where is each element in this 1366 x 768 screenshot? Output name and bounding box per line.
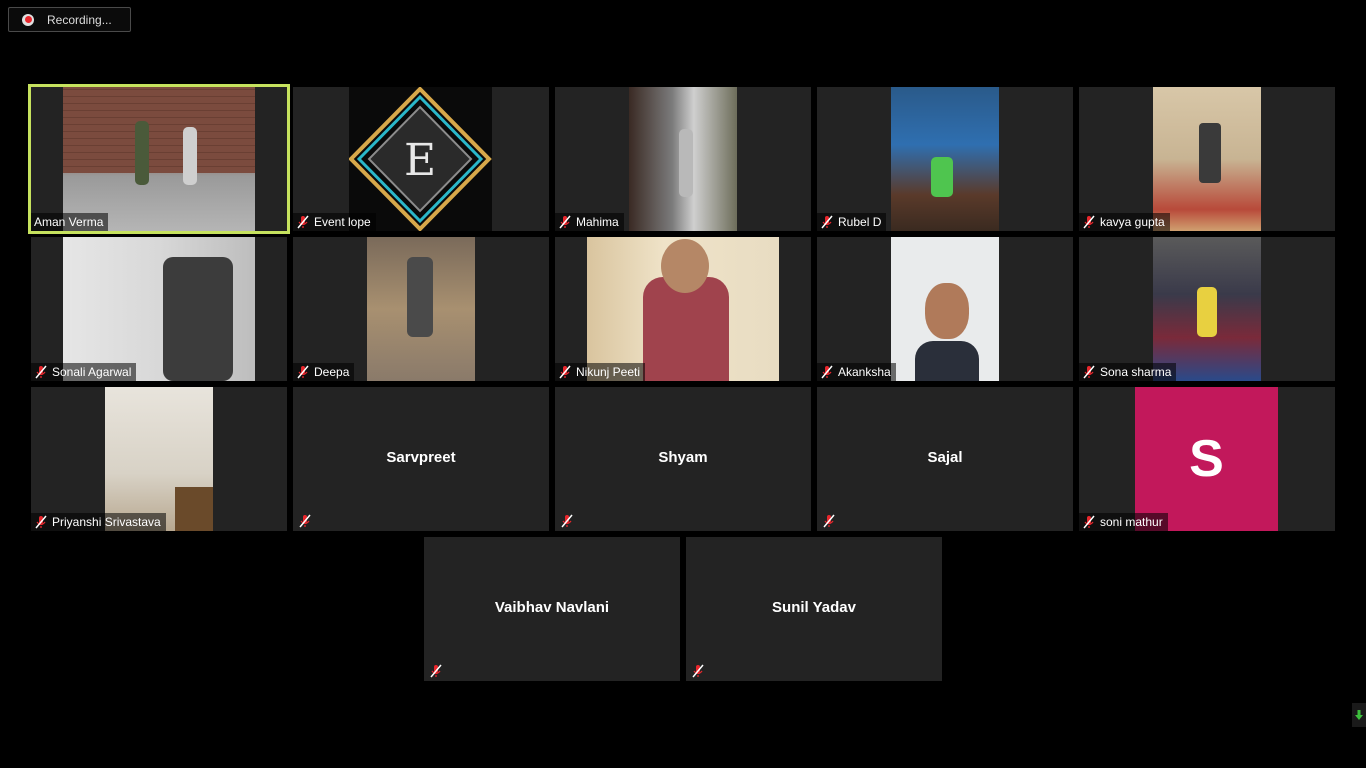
- microphone-muted-icon: [297, 215, 309, 229]
- participant-name-label: Event lope: [293, 213, 376, 231]
- participant-name: Rubel D: [838, 215, 882, 229]
- arrow-down-icon: [1355, 710, 1363, 720]
- participant-name: Sarvpreet: [386, 449, 456, 466]
- microphone-muted-icon: [559, 215, 571, 229]
- microphone-muted-icon: [35, 365, 47, 379]
- participant-tile-event-lope[interactable]: E Event lope: [293, 87, 549, 231]
- participant-name-label: soni mathur: [1079, 513, 1168, 531]
- recording-label: Recording...: [47, 12, 112, 27]
- participant-video: [891, 237, 999, 381]
- participant-tile-kavya-gupta[interactable]: kavya gupta: [1079, 87, 1335, 231]
- participant-tile-rubel-d[interactable]: Rubel D: [817, 87, 1073, 231]
- microphone-muted-icon: [561, 514, 573, 528]
- microphone-muted-icon: [1083, 515, 1095, 529]
- microphone-muted-icon: [1083, 215, 1095, 229]
- participant-name-label: kavya gupta: [1079, 213, 1170, 231]
- participant-tile-sunil-yadav[interactable]: Sunil Yadav: [686, 537, 942, 681]
- participant-tile-sonali-agarwal[interactable]: Sonali Agarwal: [31, 237, 287, 381]
- participant-name-label: Sona sharma: [1079, 363, 1177, 381]
- participant-name: Sajal: [927, 449, 963, 466]
- microphone-muted-icon: [821, 365, 833, 379]
- participant-video: [1153, 87, 1261, 231]
- participant-video: [629, 87, 737, 231]
- participant-name-label: Sonali Agarwal: [31, 363, 137, 381]
- participant-video: [105, 387, 213, 531]
- participant-name: Sona sharma: [1100, 365, 1172, 379]
- record-dot-icon: [22, 13, 34, 26]
- logo-letter: E: [404, 135, 436, 186]
- participant-name-label: Rubel D: [817, 213, 887, 231]
- participant-name: kavya gupta: [1100, 215, 1165, 229]
- participant-name: Sonali Agarwal: [52, 365, 132, 379]
- participant-name-label: Nikunj Peeti: [555, 363, 646, 381]
- participant-video: [1153, 237, 1261, 381]
- participant-name-label: Mahima: [555, 213, 624, 231]
- participant-tile-priyanshi-srivastava[interactable]: Priyanshi Srivastava: [31, 387, 287, 531]
- microphone-muted-icon: [821, 215, 833, 229]
- microphone-muted-icon: [559, 365, 571, 379]
- participant-name: soni mathur: [1100, 515, 1163, 529]
- participant-tile-nikunj-peeti[interactable]: Nikunj Peeti: [555, 237, 811, 381]
- participant-name: Deepa: [314, 365, 350, 379]
- participant-name: Mahima: [576, 215, 619, 229]
- participant-video: [63, 237, 255, 381]
- microphone-muted-icon: [1083, 365, 1095, 379]
- participant-tile-sajal[interactable]: Sajal: [817, 387, 1073, 531]
- participant-name-label: Aman Verma: [31, 213, 109, 231]
- participant-tile-aman-verma[interactable]: Aman Verma: [28, 84, 290, 234]
- microphone-muted-icon: [692, 664, 704, 678]
- participant-tile-shyam[interactable]: Shyam: [555, 387, 811, 531]
- participant-tile-sarvpreet[interactable]: Sarvpreet: [293, 387, 549, 531]
- participant-tile-akanksha[interactable]: Akanksha: [817, 237, 1073, 381]
- participant-name: Nikunj Peeti: [576, 365, 641, 379]
- participant-name: Aman Verma: [34, 215, 104, 229]
- participant-name: Sunil Yadav: [772, 599, 856, 616]
- recording-indicator[interactable]: Recording...: [8, 7, 131, 32]
- diamond-logo-icon: E: [349, 87, 492, 231]
- participant-name-label: Akanksha: [817, 363, 896, 381]
- avatar: S: [1135, 387, 1278, 531]
- participant-name-label: Deepa: [293, 363, 355, 381]
- participant-video: [63, 87, 255, 231]
- participant-name: Shyam: [658, 449, 708, 466]
- microphone-muted-icon: [430, 664, 442, 678]
- participant-name: Event lope: [314, 215, 371, 229]
- participant-tile-vaibhav-navlani[interactable]: Vaibhav Navlani: [424, 537, 680, 681]
- participant-tile-sona-sharma[interactable]: Sona sharma: [1079, 237, 1335, 381]
- participant-name-label: Priyanshi Srivastava: [31, 513, 166, 531]
- participant-tile-soni-mathur[interactable]: S soni mathur: [1079, 387, 1335, 531]
- microphone-muted-icon: [35, 515, 47, 529]
- participant-name: Akanksha: [838, 365, 891, 379]
- microphone-muted-icon: [299, 514, 311, 528]
- participant-video: [367, 237, 475, 381]
- participant-video: [587, 237, 779, 381]
- microphone-muted-icon: [823, 514, 835, 528]
- participant-video: [891, 87, 999, 231]
- participant-name: Priyanshi Srivastava: [52, 515, 161, 529]
- participant-video-logo: E: [349, 87, 492, 231]
- participant-tile-deepa[interactable]: Deepa: [293, 237, 549, 381]
- participant-tile-mahima[interactable]: Mahima: [555, 87, 811, 231]
- participant-name: Vaibhav Navlani: [494, 599, 610, 616]
- microphone-muted-icon: [297, 365, 309, 379]
- scroll-down-button[interactable]: [1352, 703, 1366, 727]
